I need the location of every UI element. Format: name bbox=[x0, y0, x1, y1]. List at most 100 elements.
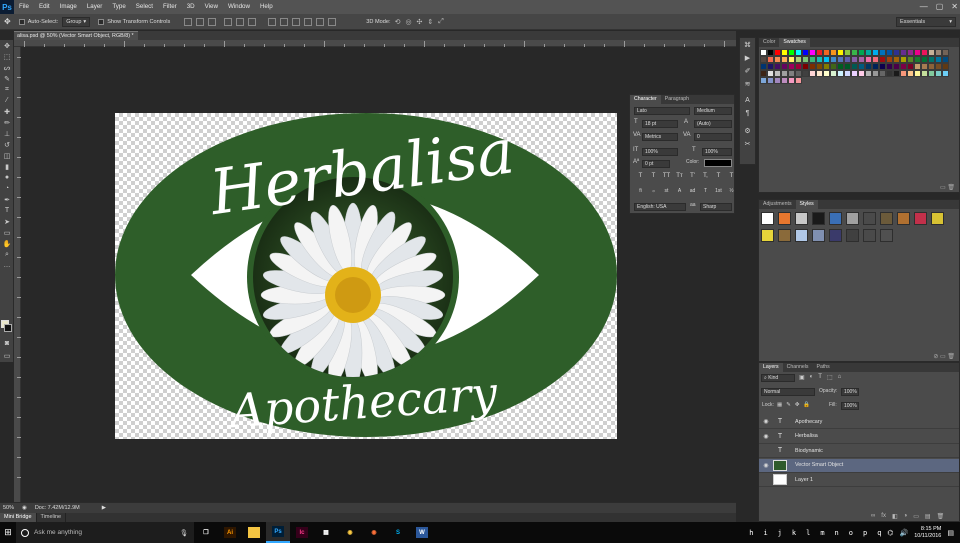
color-swatch[interactable] bbox=[816, 49, 823, 56]
tab-mini-bridge[interactable]: Mini Bridge bbox=[0, 513, 37, 522]
layers-footer-icon[interactable]: ◧ bbox=[892, 513, 898, 520]
lock-icon[interactable]: 🔒 bbox=[803, 402, 810, 408]
color-swatch[interactable] bbox=[774, 49, 781, 56]
tab-color[interactable]: Color bbox=[759, 38, 779, 47]
color-swatch[interactable] bbox=[760, 49, 767, 56]
3d-rotate-icon[interactable]: ⟲ bbox=[395, 18, 401, 26]
color-swatch[interactable] bbox=[928, 63, 935, 70]
clear-style-icon[interactable]: ⊘ bbox=[933, 354, 938, 360]
opentype-button[interactable]: st bbox=[662, 188, 671, 194]
color-swatch[interactable] bbox=[767, 63, 774, 70]
opentype-button[interactable]: T bbox=[701, 188, 710, 194]
workspace-dropdown[interactable]: Essentials ▾ bbox=[896, 17, 956, 27]
layer-filter-icon[interactable]: ▣ bbox=[799, 374, 805, 381]
tracking-field[interactable]: 0 bbox=[694, 133, 732, 141]
color-swatch[interactable] bbox=[879, 63, 886, 70]
close-button[interactable]: ✕ bbox=[951, 0, 958, 14]
color-swatch[interactable] bbox=[935, 70, 942, 77]
color-swatch[interactable] bbox=[830, 49, 837, 56]
color-swatch[interactable] bbox=[830, 70, 837, 77]
opentype-button[interactable]: ad bbox=[688, 188, 697, 194]
layers-footer-icon[interactable]: 🗑 bbox=[937, 513, 945, 520]
color-swatch[interactable] bbox=[872, 70, 879, 77]
color-swatch[interactable] bbox=[830, 56, 837, 63]
color-swatch[interactable] bbox=[837, 56, 844, 63]
eyedropper-tool-icon[interactable]: ⁄ bbox=[0, 95, 14, 106]
style-preset[interactable] bbox=[846, 229, 859, 242]
color-swatch[interactable] bbox=[900, 63, 907, 70]
layer-filter-icon[interactable]: T bbox=[818, 374, 822, 381]
align-top-icon[interactable] bbox=[184, 17, 193, 26]
color-swatch[interactable] bbox=[907, 70, 914, 77]
start-button[interactable]: ⊞ bbox=[0, 522, 16, 543]
color-swatch[interactable] bbox=[781, 63, 788, 70]
color-swatch[interactable] bbox=[872, 49, 879, 56]
layer-row[interactable]: ◉ T Apothecary bbox=[759, 415, 959, 429]
layer-row[interactable]: T Biodynamic bbox=[759, 444, 959, 458]
notifications-icon[interactable]: ▤ bbox=[947, 529, 954, 537]
font-family-dropdown[interactable]: Lato bbox=[634, 107, 690, 115]
blur-tool-icon[interactable]: ● bbox=[0, 172, 14, 183]
color-swatch[interactable] bbox=[851, 49, 858, 56]
opentype-button[interactable]: fi bbox=[636, 188, 645, 194]
style-preset[interactable] bbox=[880, 212, 893, 225]
menu-filter[interactable]: Filter bbox=[158, 0, 182, 14]
color-swatch[interactable] bbox=[886, 56, 893, 63]
actions-icon[interactable]: ▶ bbox=[740, 51, 755, 64]
distribute-left-icon[interactable] bbox=[304, 17, 313, 26]
leading-field[interactable]: (Auto) bbox=[694, 120, 732, 128]
layer-filter-icon[interactable]: ⌂ bbox=[838, 374, 842, 381]
color-swatch[interactable] bbox=[830, 63, 837, 70]
color-swatch[interactable] bbox=[802, 49, 809, 56]
minimize-button[interactable]: — bbox=[920, 0, 928, 14]
align-bottom-icon[interactable] bbox=[208, 17, 217, 26]
color-swatch[interactable] bbox=[851, 56, 858, 63]
color-swatch[interactable] bbox=[837, 70, 844, 77]
taskbar-word[interactable]: W bbox=[410, 522, 434, 543]
color-swatch[interactable] bbox=[893, 63, 900, 70]
color-swatch[interactable] bbox=[858, 70, 865, 77]
layers-footer-icon[interactable]: ◑ bbox=[904, 513, 908, 520]
color-swatch[interactable] bbox=[788, 70, 795, 77]
color-swatch[interactable] bbox=[914, 56, 921, 63]
color-swatch[interactable] bbox=[774, 77, 781, 84]
color-swatch[interactable] bbox=[858, 49, 865, 56]
menu-type[interactable]: Type bbox=[107, 0, 130, 14]
clock[interactable]: 8:15 PM 10/11/2016 bbox=[914, 526, 941, 540]
move-tool-icon[interactable]: ✥ bbox=[0, 40, 14, 51]
volume-icon[interactable]: 🔊 bbox=[900, 529, 909, 537]
distribute-bottom-icon[interactable] bbox=[292, 17, 301, 26]
zoom-level[interactable]: 50% bbox=[3, 505, 14, 511]
3d-scale-icon[interactable]: ⤢ bbox=[438, 18, 444, 26]
color-swatch[interactable] bbox=[921, 70, 928, 77]
lasso-tool-icon[interactable]: ᔕ bbox=[0, 62, 14, 73]
style-preset[interactable] bbox=[880, 229, 893, 242]
style-preset[interactable] bbox=[812, 229, 825, 242]
3d-slide-icon[interactable]: ⇕ bbox=[427, 18, 433, 26]
tab-layers[interactable]: Layers bbox=[759, 363, 783, 372]
type-style-button[interactable]: T bbox=[727, 173, 736, 179]
quick-mask-icon[interactable]: ◙ bbox=[0, 338, 14, 349]
color-swatch[interactable] bbox=[788, 77, 795, 84]
transform-controls-checkbox[interactable]: Show Transform Controls bbox=[98, 18, 170, 25]
color-swatch[interactable] bbox=[809, 49, 816, 56]
antialias-dropdown[interactable]: Sharp bbox=[700, 203, 732, 211]
lock-icon[interactable]: ▦ bbox=[777, 402, 782, 408]
color-swatch[interactable] bbox=[900, 49, 907, 56]
opacity-field[interactable]: 100% bbox=[841, 388, 859, 396]
fill-field[interactable]: 100% bbox=[841, 402, 859, 410]
clone-source-icon[interactable]: ✂ bbox=[740, 137, 755, 150]
color-swatch[interactable] bbox=[809, 56, 816, 63]
microphone-icon[interactable]: 🎙 bbox=[180, 529, 188, 537]
type-style-button[interactable]: T bbox=[636, 173, 645, 179]
lock-icon[interactable]: ✥ bbox=[795, 402, 800, 408]
brush-presets-icon[interactable]: ✐ bbox=[740, 64, 755, 77]
color-swatch[interactable] bbox=[928, 49, 935, 56]
type-style-button[interactable]: T bbox=[649, 173, 658, 179]
distribute-middle-icon[interactable] bbox=[280, 17, 289, 26]
delete-swatch-icon[interactable]: 🗑 bbox=[947, 185, 955, 191]
document-canvas[interactable]: Herbalisa Apothecary bbox=[115, 113, 617, 439]
language-dropdown[interactable]: English: USA bbox=[634, 203, 686, 211]
color-swatch[interactable] bbox=[907, 49, 914, 56]
visibility-eye-icon[interactable]: ◉ bbox=[759, 462, 773, 469]
